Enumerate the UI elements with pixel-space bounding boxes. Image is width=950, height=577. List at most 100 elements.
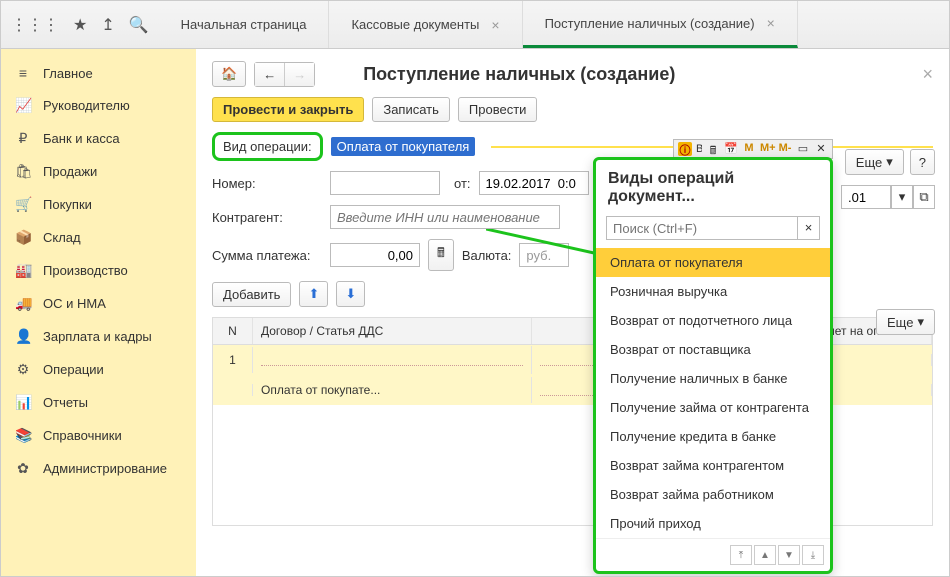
label-valuta: Валюта: bbox=[462, 248, 512, 263]
close-icon[interactable]: × bbox=[491, 17, 499, 33]
back-button[interactable]: ← bbox=[255, 63, 285, 86]
sidebar: ≡Главное 📈Руководителю ₽Банк и касса 🛍Пр… bbox=[1, 49, 196, 576]
post-close-button[interactable]: Провести и закрыть bbox=[212, 97, 364, 122]
sidebar-item-admin[interactable]: ✿Администрирование bbox=[1, 452, 196, 485]
chart-icon: 📈 bbox=[15, 97, 31, 114]
popup-search-input[interactable] bbox=[606, 216, 798, 240]
star-icon[interactable]: ★ bbox=[73, 15, 87, 35]
th-n[interactable]: N bbox=[213, 318, 253, 344]
add-button[interactable]: Добавить bbox=[212, 282, 291, 307]
calc-icon[interactable]: 🖩 bbox=[428, 239, 454, 271]
sidebar-item-sales[interactable]: 🛍Продажи bbox=[1, 155, 196, 188]
calendar-icon[interactable]: 📅 bbox=[724, 142, 738, 156]
scroll-down-button[interactable]: ▼ bbox=[778, 545, 800, 565]
history-icon[interactable]: ↥ bbox=[101, 15, 114, 35]
sidebar-item-bank[interactable]: ₽Банк и касса bbox=[1, 122, 196, 155]
list-item[interactable]: Возврат от поставщика bbox=[596, 335, 830, 364]
close-icon[interactable]: × bbox=[767, 15, 775, 31]
list-item[interactable]: Получение займа от контрагента bbox=[596, 393, 830, 422]
label-number: Номер: bbox=[212, 176, 322, 191]
clear-search-button[interactable]: × bbox=[798, 216, 820, 240]
flower-icon: ✿ bbox=[15, 460, 31, 477]
close-icon[interactable]: ✕ bbox=[814, 142, 828, 156]
summa-input[interactable] bbox=[330, 243, 420, 267]
m-plus-button[interactable]: M+ bbox=[760, 142, 774, 156]
sidebar-item-operations[interactable]: ⚙Операции bbox=[1, 353, 196, 386]
sidebar-item-main[interactable]: ≡Главное bbox=[1, 57, 196, 89]
page-title: Поступление наличных (создание) bbox=[363, 64, 675, 85]
vid-value[interactable]: Оплата от покупателя bbox=[331, 137, 476, 156]
truck-icon: 🚚 bbox=[15, 295, 31, 312]
topbar-icons: ⋮⋮⋮ ★ ↥ 🔍 bbox=[1, 1, 159, 48]
list-item[interactable]: Возврат займа работником bbox=[596, 480, 830, 509]
sidebar-item-warehouse[interactable]: 📦Склад bbox=[1, 221, 196, 254]
main-content: 🏠 ← → Поступление наличных (создание) × … bbox=[196, 49, 949, 576]
more-button-2[interactable]: Еще ▾ bbox=[876, 309, 935, 335]
move-down-button[interactable]: ⬇ bbox=[336, 281, 365, 307]
sidebar-item-reports[interactable]: 📊Отчеты bbox=[1, 386, 196, 419]
menu-icon: ≡ bbox=[15, 65, 31, 81]
post-button[interactable]: Провести bbox=[458, 97, 538, 122]
bag-icon: 🛍 bbox=[15, 163, 31, 180]
box-icon: 📦 bbox=[15, 229, 31, 246]
sidebar-item-purchases[interactable]: 🛒Покупки bbox=[1, 188, 196, 221]
scroll-bottom-button[interactable]: ⤓ bbox=[802, 545, 824, 565]
apps-icon[interactable]: ⋮⋮⋮ bbox=[11, 15, 59, 35]
operation-types-popup: Виды операций документ... × Оплата от по… bbox=[593, 157, 833, 574]
ruble-icon: ₽ bbox=[15, 130, 31, 147]
date-input[interactable] bbox=[479, 171, 589, 195]
popup-title: Виды операций документ... bbox=[596, 160, 830, 212]
scroll-top-button[interactable]: ⤒ bbox=[730, 545, 752, 565]
calc-titlebar[interactable]: ⓘ В... (1... 🖩 📅 M M+ M- ▭ ✕ bbox=[673, 139, 833, 159]
cart-icon: 🛒 bbox=[15, 196, 31, 213]
label-vid: Вид операции: bbox=[212, 132, 323, 161]
tab-receipt[interactable]: Поступление наличных (создание)× bbox=[523, 1, 798, 48]
sidebar-item-dicts[interactable]: 📚Справочники bbox=[1, 419, 196, 452]
m-minus-button[interactable]: M- bbox=[778, 142, 792, 156]
save-button[interactable]: Записать bbox=[372, 97, 450, 122]
sidebar-item-production[interactable]: 🏭Производство bbox=[1, 254, 196, 287]
popup-list: Оплата от покупателя Розничная выручка В… bbox=[596, 248, 830, 538]
list-item[interactable]: Возврат от подотчетного лица bbox=[596, 306, 830, 335]
label-from: от: bbox=[454, 176, 471, 191]
gear-icon: ⚙ bbox=[15, 361, 31, 378]
help-button[interactable]: ? bbox=[910, 149, 935, 175]
list-item[interactable]: Возврат займа контрагентом bbox=[596, 451, 830, 480]
sidebar-item-manager[interactable]: 📈Руководителю bbox=[1, 89, 196, 122]
open-button[interactable]: ⧉ bbox=[913, 185, 935, 209]
valuta-input[interactable] bbox=[519, 243, 569, 267]
extra-input[interactable] bbox=[841, 185, 891, 209]
tab-cash-docs[interactable]: Кассовые документы× bbox=[329, 1, 522, 48]
scroll-up-button[interactable]: ▲ bbox=[754, 545, 776, 565]
minimize-icon[interactable]: ▭ bbox=[796, 142, 810, 156]
tab-start[interactable]: Начальная страница bbox=[159, 1, 330, 48]
kontragent-input[interactable] bbox=[330, 205, 560, 229]
list-item[interactable]: Получение кредита в банке bbox=[596, 422, 830, 451]
list-item[interactable]: Розничная выручка bbox=[596, 277, 830, 306]
search-icon[interactable]: 🔍 bbox=[129, 15, 149, 35]
app-icon: ⓘ bbox=[678, 142, 692, 156]
list-item[interactable]: Оплата от покупателя bbox=[596, 248, 830, 277]
list-item[interactable]: Прочий приход bbox=[596, 509, 830, 538]
label-kontragent: Контрагент: bbox=[212, 210, 322, 225]
more-button[interactable]: Еще ▾ bbox=[845, 149, 904, 175]
number-input[interactable] bbox=[330, 171, 440, 195]
m-button[interactable]: M bbox=[742, 142, 756, 156]
close-doc-button[interactable]: × bbox=[922, 64, 933, 85]
book-icon: 📚 bbox=[15, 427, 31, 444]
label-summa: Сумма платежа: bbox=[212, 248, 322, 263]
sidebar-item-assets[interactable]: 🚚ОС и НМА bbox=[1, 287, 196, 320]
forward-button[interactable]: → bbox=[285, 63, 314, 86]
topbar: ⋮⋮⋮ ★ ↥ 🔍 Начальная страница Кассовые до… bbox=[1, 1, 949, 49]
home-button[interactable]: 🏠 bbox=[212, 61, 246, 87]
sidebar-item-hr[interactable]: 👤Зарплата и кадры bbox=[1, 320, 196, 353]
calc-icon[interactable]: 🖩 bbox=[706, 142, 720, 156]
right-column: Еще ▾ ? ▾ ⧉ Еще ▾ bbox=[841, 149, 935, 335]
person-icon: 👤 bbox=[15, 328, 31, 345]
move-up-button[interactable]: ⬆ bbox=[299, 281, 328, 307]
list-item[interactable]: Получение наличных в банке bbox=[596, 364, 830, 393]
dropdown-button[interactable]: ▾ bbox=[891, 185, 913, 209]
bars-icon: 📊 bbox=[15, 394, 31, 411]
factory-icon: 🏭 bbox=[15, 262, 31, 279]
th-contract[interactable]: Договор / Статья ДДС bbox=[253, 318, 532, 344]
